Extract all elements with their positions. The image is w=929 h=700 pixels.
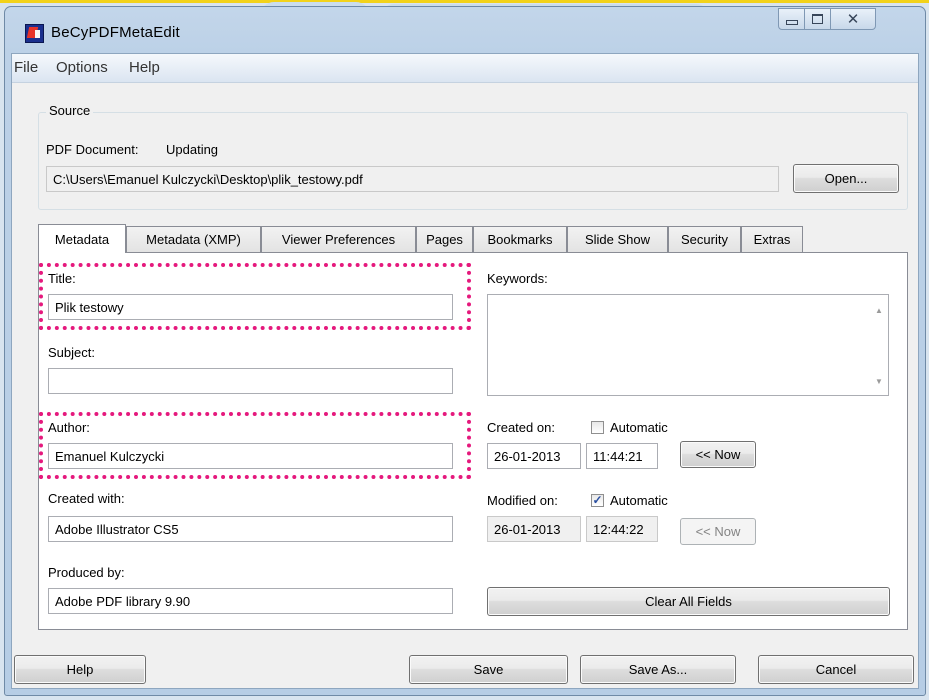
metadata-tab-panel: Title: Plik testowy Subject: Author: Ema… (38, 252, 908, 630)
close-icon: ✕ (846, 11, 860, 28)
minimize-icon (785, 19, 798, 25)
tab-security[interactable]: Security (668, 226, 741, 252)
tab-pages[interactable]: Pages (416, 226, 473, 252)
app-logo-icon (25, 24, 44, 43)
open-button[interactable]: Open... (793, 164, 899, 193)
window-title: BeCyPDFMetaEdit (51, 24, 180, 41)
modified-time-field: 12:44:22 (586, 516, 658, 542)
subject-field[interactable] (48, 368, 453, 394)
produced-by-label: Produced by: (48, 565, 125, 580)
menu-bar: File Options Help (12, 54, 918, 83)
modified-now-button: << Now (680, 518, 756, 545)
produced-by-field[interactable]: Adobe PDF library 9.90 (48, 588, 453, 614)
pdf-path-field[interactable]: C:\Users\Emanuel Kulczycki\Desktop\plik_… (46, 166, 779, 192)
desktop-top-edge (0, 0, 929, 3)
menu-help[interactable]: Help (129, 59, 160, 76)
tab-metadata[interactable]: Metadata (38, 224, 126, 253)
source-group (38, 112, 908, 210)
created-automatic-label: Automatic (610, 420, 668, 435)
tab-extras[interactable]: Extras (741, 226, 803, 252)
tab-bookmarks[interactable]: Bookmarks (473, 226, 567, 252)
modified-automatic-label: Automatic (610, 493, 668, 508)
created-date-field[interactable]: 26-01-2013 (487, 443, 581, 469)
title-highlight (39, 263, 471, 330)
title-bar[interactable]: BeCyPDFMetaEdit ✕ (5, 7, 925, 53)
menu-file[interactable]: File (14, 59, 38, 76)
save-button[interactable]: Save (409, 655, 568, 684)
created-automatic-checkbox[interactable] (591, 421, 604, 434)
maximize-icon (812, 14, 823, 24)
modified-on-label: Modified on: (487, 493, 558, 508)
maximize-button[interactable] (804, 8, 831, 30)
save-as-button[interactable]: Save As... (580, 655, 736, 684)
scroll-down-icon[interactable]: ▼ (875, 377, 883, 386)
created-time-field[interactable]: 11:44:21 (586, 443, 658, 469)
pdf-document-status: Updating (166, 142, 219, 157)
pdf-document-label: PDF Document: (46, 142, 139, 157)
tab-metadata-xmp[interactable]: Metadata (XMP) (126, 226, 261, 252)
close-button[interactable]: ✕ (830, 8, 876, 30)
created-now-button[interactable]: << Now (680, 441, 756, 468)
menu-options[interactable]: Options (56, 59, 108, 76)
created-on-label: Created on: (487, 420, 555, 435)
minimize-button[interactable] (778, 8, 805, 30)
created-with-field[interactable]: Adobe Illustrator CS5 (48, 516, 453, 542)
clear-all-fields-button[interactable]: Clear All Fields (487, 587, 890, 616)
author-highlight (39, 412, 471, 479)
dialog-client-area: File Options Help Source PDF Document: U… (11, 53, 919, 689)
keywords-label: Keywords: (487, 271, 548, 286)
source-group-label: Source (46, 103, 94, 118)
help-button[interactable]: Help (14, 655, 146, 684)
cancel-button[interactable]: Cancel (758, 655, 914, 684)
created-with-label: Created with: (48, 491, 125, 506)
tab-slide-show[interactable]: Slide Show (567, 226, 668, 252)
keywords-field[interactable] (487, 294, 889, 396)
scroll-up-icon[interactable]: ▲ (875, 306, 883, 315)
tab-viewer-preferences[interactable]: Viewer Preferences (261, 226, 416, 252)
subject-label: Subject: (48, 345, 95, 360)
app-window: BeCyPDFMetaEdit ✕ File Options Help Sour… (4, 6, 926, 696)
modified-date-field: 26-01-2013 (487, 516, 581, 542)
modified-automatic-checkbox[interactable]: ✓ (591, 494, 604, 507)
